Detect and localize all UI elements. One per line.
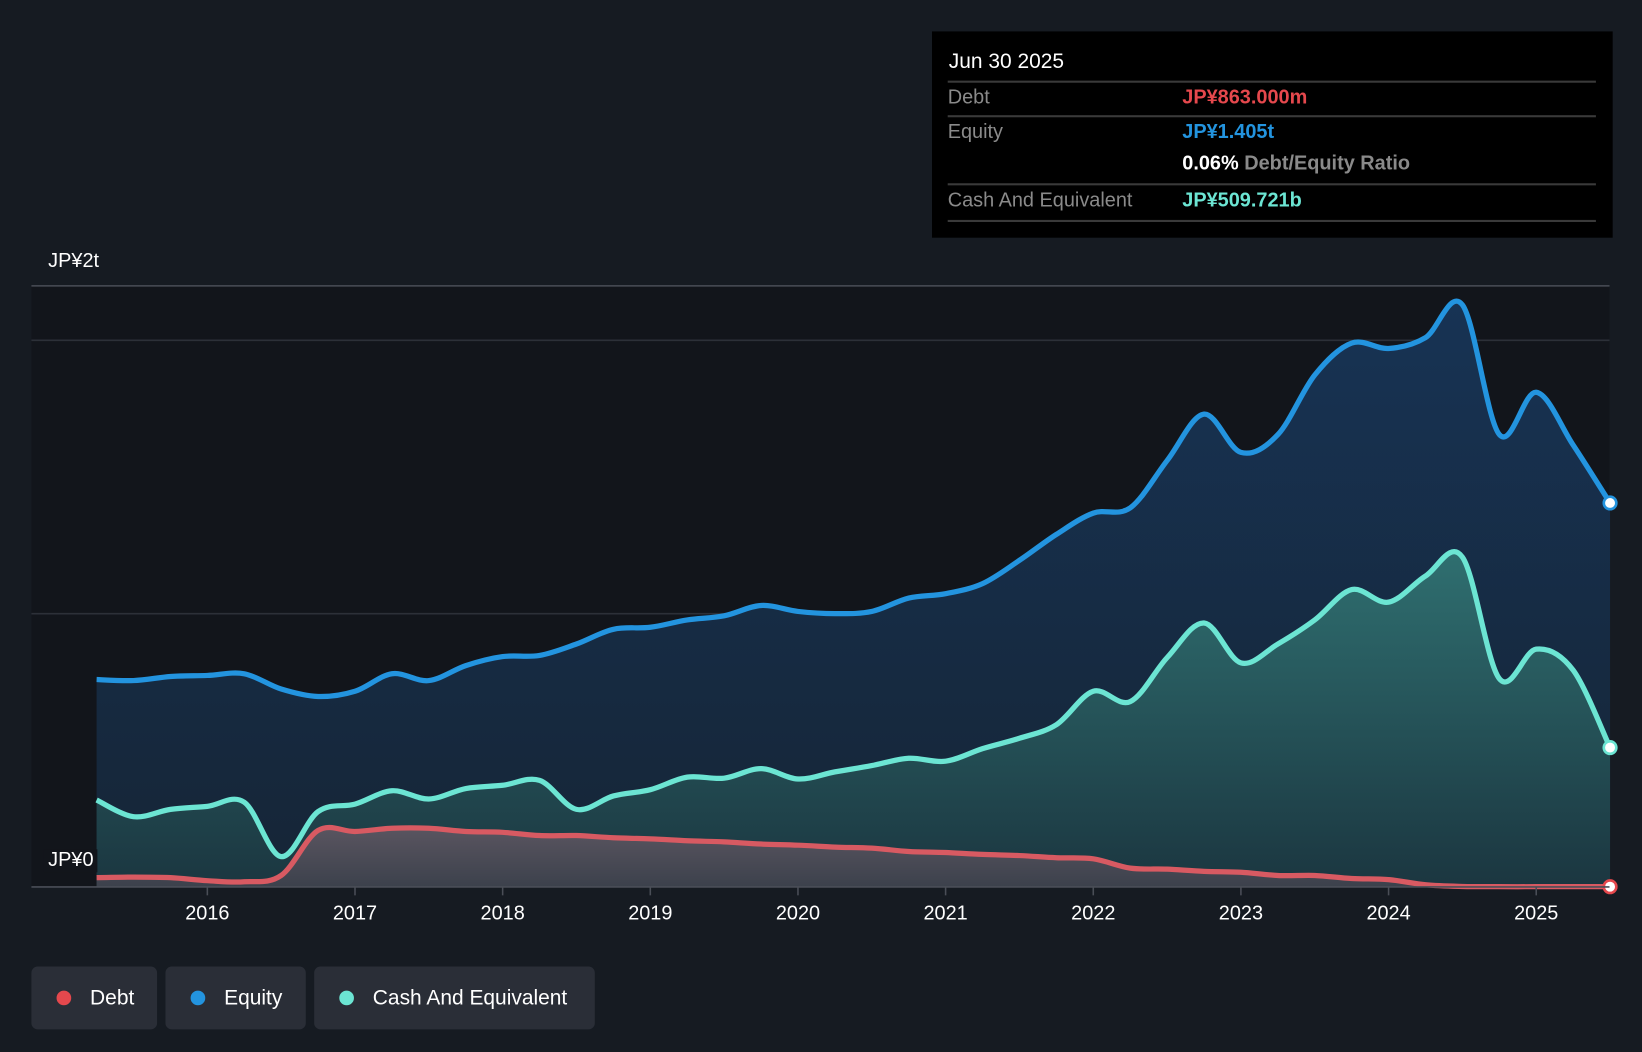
legend-label: Equity — [224, 985, 283, 1009]
y-label-zero: JP¥0 — [43, 849, 98, 873]
legend-label: Cash And Equivalent — [372, 985, 568, 1009]
equity-dot-icon — [190, 990, 206, 1006]
x-tick-label: 2019 — [628, 902, 672, 924]
ratio-number: 0.06% — [1182, 152, 1239, 175]
x-tick-label: 2016 — [185, 902, 229, 924]
legend-cash[interactable]: Cash And Equivalent — [314, 966, 595, 1030]
legend-label: Debt — [90, 985, 135, 1009]
ratio-label: Debt/Equity Ratio — [1244, 152, 1411, 175]
tooltip-value: JP¥863.000m — [1182, 86, 1308, 109]
tooltip-label: Cash And Equivalent — [947, 189, 1133, 212]
x-tick-label: 2025 — [1514, 902, 1558, 924]
debt-dot-icon — [56, 990, 72, 1006]
tooltip-row-equity: Equity JP¥1.405t — [947, 115, 1596, 152]
tooltip-row-ratio: 0.06% Debt/Equity Ratio — [948, 149, 1596, 184]
legend-equity[interactable]: Equity — [165, 966, 306, 1030]
x-tick-label: 2024 — [1366, 902, 1410, 924]
x-tick-label: 2017 — [333, 902, 377, 924]
tooltip: Jun 30 2025 Debt JP¥863.000m Equity JP¥1… — [931, 31, 1613, 238]
x-tick-label: 2022 — [1071, 902, 1115, 924]
tooltip-row-cash: Cash And Equivalent JP¥509.721b — [947, 183, 1596, 220]
tooltip-row-debt: Debt JP¥863.000m — [947, 80, 1596, 118]
tooltip-divider — [947, 219, 1596, 223]
tooltip-value: JP¥1.405t — [1182, 121, 1275, 144]
x-tick-label: 2018 — [481, 902, 525, 924]
tooltip-date: Jun 30 2025 — [948, 50, 1065, 74]
tooltip-label: Equity — [947, 121, 1004, 144]
y-label-top: JP¥2t — [48, 250, 100, 273]
tooltip-label: Debt — [947, 86, 990, 109]
equity-end-point[interactable] — [1602, 495, 1618, 511]
tooltip-value: JP¥509.721b — [1182, 189, 1302, 212]
x-tick-label: 2021 — [924, 902, 968, 924]
legend-debt[interactable]: Debt — [31, 966, 158, 1030]
x-tick-label: 2020 — [776, 902, 820, 924]
cash-dot-icon — [339, 990, 354, 1006]
cash-end-point[interactable] — [1602, 739, 1618, 756]
chart-stage: 2016 2017 2018 2019 2020 2021 2022 2023 2024 2025… — [0, 0, 1642, 1052]
ratio-value: 0.06% Debt/Equity Ratio — [1182, 153, 1410, 176]
x-tick-label: 2023 — [1219, 902, 1263, 924]
